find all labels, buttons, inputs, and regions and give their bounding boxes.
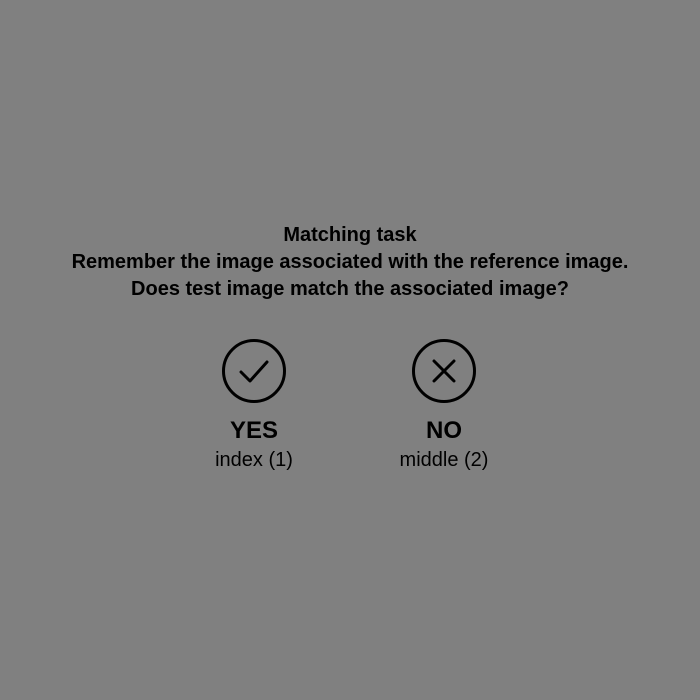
instruction-line-1: Remember the image associated with the r…: [71, 251, 629, 273]
no-option[interactable]: NO middle (2): [344, 338, 544, 473]
instruction-line-2: Does test image match the associated ima…: [131, 278, 569, 300]
no-key-hint: middle (2): [399, 449, 489, 471]
yes-option[interactable]: YES index (1): [154, 338, 354, 473]
instructions: Matching task Remember the image associa…: [0, 222, 700, 303]
x-circle-icon: [412, 339, 476, 403]
check-circle-icon: [222, 339, 286, 403]
yes-label: YES: [229, 417, 279, 444]
yes-key-hint: index (1): [215, 449, 293, 471]
no-label: NO: [426, 417, 462, 444]
task-title: Matching task: [283, 224, 417, 246]
